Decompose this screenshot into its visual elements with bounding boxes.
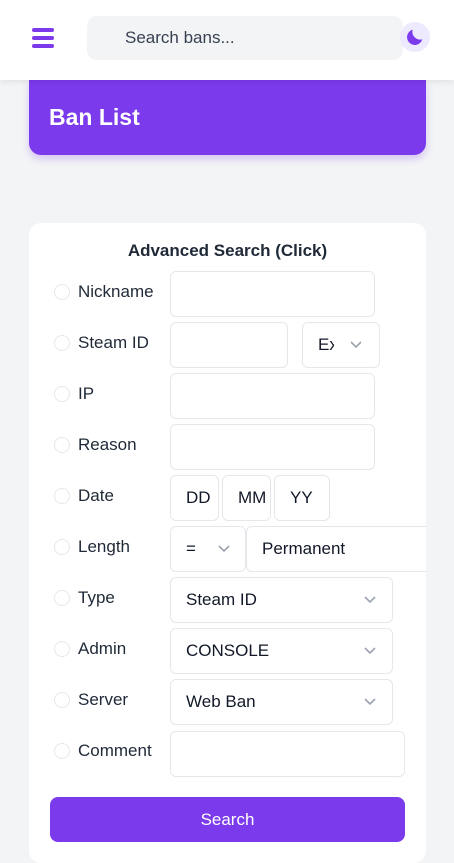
length-operator-select[interactable]: = bbox=[170, 526, 246, 572]
date-day-field[interactable]: DD bbox=[170, 475, 219, 521]
steam-id-match-value: Ex bbox=[318, 335, 334, 354]
nickname-label: Nickname bbox=[78, 282, 154, 301]
chevron-down-icon bbox=[364, 698, 376, 706]
date-year-field[interactable]: YY bbox=[274, 475, 330, 521]
admin-label: Admin bbox=[78, 639, 127, 658]
admin-value: CONSOLE bbox=[186, 641, 270, 660]
advanced-search-toggle[interactable]: Advanced Search (Click) bbox=[29, 241, 426, 261]
date-radio[interactable] bbox=[54, 488, 70, 504]
search-button[interactable]: Search bbox=[50, 797, 405, 842]
server-value: Web Ban bbox=[186, 692, 256, 711]
length-value-select[interactable]: Permanent bbox=[246, 526, 426, 572]
chevron-down-icon bbox=[350, 341, 362, 349]
length-operator-value: = bbox=[186, 539, 196, 558]
length-radio[interactable] bbox=[54, 539, 70, 555]
moon-icon bbox=[407, 29, 423, 45]
date-label: Date bbox=[78, 486, 114, 505]
date-month-field[interactable]: MM bbox=[222, 475, 271, 521]
reason-label: Reason bbox=[78, 435, 137, 454]
server-radio[interactable] bbox=[54, 692, 70, 708]
length-label: Length bbox=[78, 537, 130, 556]
admin-select[interactable]: CONSOLE bbox=[170, 628, 393, 674]
chevron-down-icon bbox=[218, 545, 230, 553]
theme-toggle-button[interactable] bbox=[400, 22, 430, 52]
type-label: Type bbox=[78, 588, 115, 607]
steam-id-label: Steam ID bbox=[78, 333, 149, 352]
server-select[interactable]: Web Ban bbox=[170, 679, 393, 725]
steam-id-radio[interactable] bbox=[54, 335, 70, 351]
page-title: Ban List bbox=[49, 104, 140, 130]
top-bar bbox=[0, 0, 454, 80]
comment-field[interactable] bbox=[170, 731, 405, 777]
steam-id-match-select[interactable]: Ex bbox=[302, 322, 380, 368]
reason-field[interactable] bbox=[170, 424, 375, 470]
reason-radio[interactable] bbox=[54, 437, 70, 453]
type-value: Steam ID bbox=[186, 590, 257, 609]
comment-radio[interactable] bbox=[54, 743, 70, 759]
type-radio[interactable] bbox=[54, 590, 70, 606]
chevron-down-icon bbox=[364, 647, 376, 655]
ip-label: IP bbox=[78, 384, 95, 403]
ban-list-header: Ban List bbox=[29, 80, 426, 155]
admin-radio[interactable] bbox=[54, 641, 70, 657]
nickname-radio[interactable] bbox=[54, 284, 70, 300]
ip-radio[interactable] bbox=[54, 386, 70, 402]
server-label: Server bbox=[78, 690, 129, 709]
chevron-down-icon bbox=[364, 596, 376, 604]
comment-label: Comment bbox=[78, 741, 152, 760]
advanced-search-card: Advanced Search (Click) Nickname Steam I… bbox=[29, 223, 426, 863]
ip-field[interactable] bbox=[170, 373, 375, 419]
steam-id-field[interactable] bbox=[170, 322, 288, 368]
search-input[interactable] bbox=[87, 16, 403, 60]
nickname-field[interactable] bbox=[170, 271, 375, 317]
type-select[interactable]: Steam ID bbox=[170, 577, 393, 623]
hamburger-icon[interactable] bbox=[32, 28, 54, 48]
